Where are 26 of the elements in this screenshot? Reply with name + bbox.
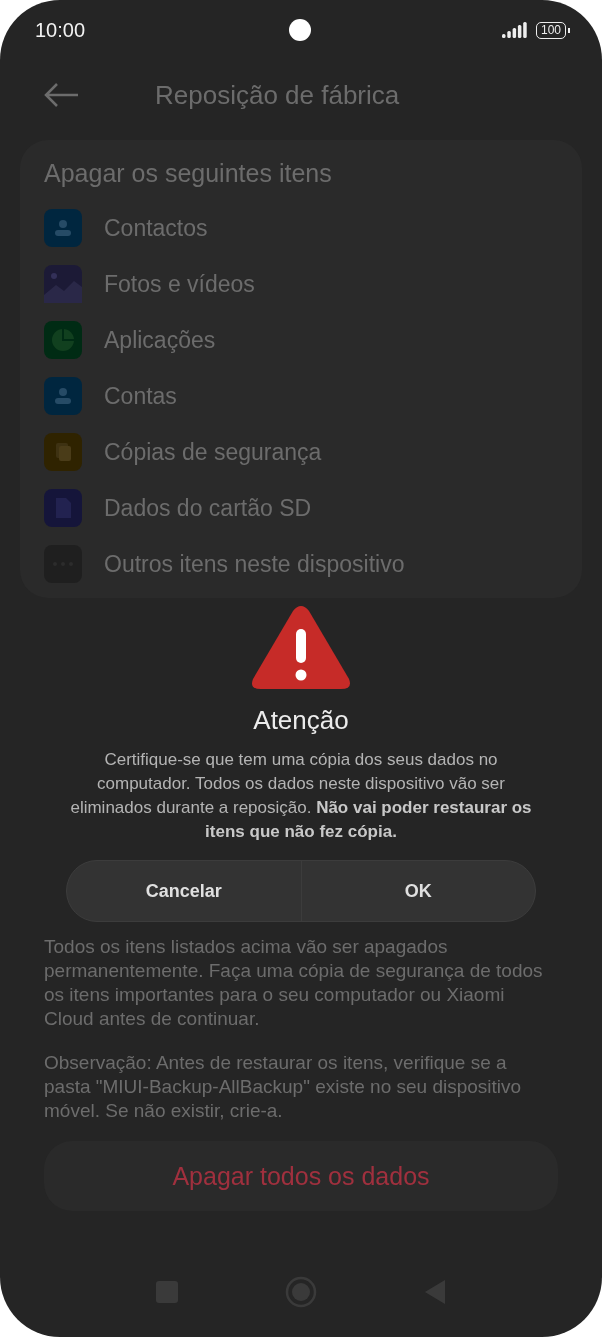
warning-icon xyxy=(251,605,351,691)
card-icon xyxy=(44,489,82,527)
signal-icon xyxy=(501,22,528,38)
files-icon xyxy=(44,433,82,471)
note-text: Observação: Antes de restaurar os itens, verifique se a pasta "MIUI-Backup-AllBackup" existe no seu dispositivo móvel. Se não existir, crie-a. xyxy=(44,1051,523,1123)
item-label: Contactos xyxy=(104,214,208,242)
item-label: Contas xyxy=(104,382,177,410)
person-icon xyxy=(44,377,82,415)
item-label: Outros itens neste dispositivo xyxy=(104,550,405,578)
person-icon xyxy=(44,209,82,247)
pie-chart-icon xyxy=(44,321,82,359)
item-label: Cópias de segurança xyxy=(104,438,322,466)
ok-button[interactable]: OK xyxy=(300,861,535,921)
dialog-title: Atenção xyxy=(253,705,349,736)
note-text: Todos os itens listados acima vão ser apagados permanentemente. Faça uma cópia de segurança de todos os itens importantes para o seu computador ou Xiaomi Cloud antes de continuar. xyxy=(44,935,544,1031)
back-arrow-icon[interactable] xyxy=(44,83,80,107)
clock: 10:00 xyxy=(35,18,86,42)
page-title: Reposição de fábrica xyxy=(155,79,400,111)
image-icon xyxy=(44,265,82,303)
dialog-message: Certifique-se que tem uma cópia dos seus dados no computador. Todos os dados neste dispositivo vão ser eliminados durante a reposição. Não vai poder restaurar os itens que não fez cópia. xyxy=(69,749,533,843)
item-label: Dados do cartão SD xyxy=(104,494,312,522)
item-label: Aplicações xyxy=(104,326,216,354)
item-label: Fotos e vídeos xyxy=(104,270,255,298)
cancel-button[interactable]: Cancelar xyxy=(67,861,301,921)
camera-hole-icon xyxy=(289,19,311,41)
section-heading: Apagar os seguintes itens xyxy=(44,158,333,188)
